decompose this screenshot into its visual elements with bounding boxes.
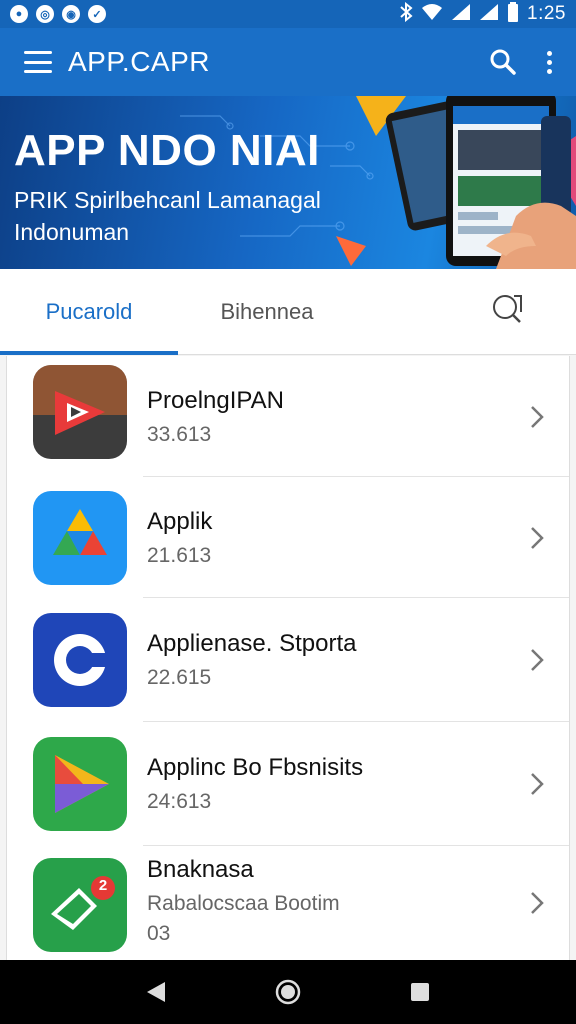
signal-icon [451,3,471,26]
app-meta-secondary: 03 [147,922,171,945]
red-play-icon [33,365,127,459]
more-options-icon[interactable] [547,50,552,74]
app-meta: 22.615 [147,666,212,689]
notification-icon: ✓ [88,5,106,23]
drive-triangle-icon [33,491,127,585]
notification-icon: ◉ [62,5,80,23]
list-item[interactable]: ProelngIPAN 33.613 [7,356,569,477]
banner-subtitle: PRIK Spirlbehcanl Lamanagal Indonuman [14,187,321,245]
notification-icon: ◎ [36,5,54,23]
app-meta: 24:613 [147,790,212,813]
bluetooth-icon [399,1,413,27]
app-list: ProelngIPAN 33.613 Applik 21.613 Applien… [6,356,570,960]
signal-icon-2 [479,3,499,26]
search-users-icon[interactable] [490,292,526,331]
notification-badge: 2 [98,877,108,894]
status-bar: ● ◎ ◉ ✓ 1:25 [0,0,576,28]
tab-pucarold[interactable]: Pucarold [0,269,178,355]
notification-icons: ● ◎ ◉ ✓ [10,5,106,23]
tab-bar: Pucarold Bihennea [0,269,576,355]
app-name: Applik [147,507,213,535]
app-name: ProelngIPAN [147,386,284,414]
chevron-right-icon [531,649,544,671]
chevron-right-icon [531,773,544,795]
system-icons: 1:25 [399,1,566,27]
chevron-right-icon [531,405,544,428]
wifi-icon [421,3,443,26]
list-item[interactable]: Applinc Bo Fbsnisits 24:613 [7,722,569,846]
tab-bihennea[interactable]: Bihennea [178,269,356,355]
list-item[interactable]: Applik 21.613 [7,477,569,598]
chevron-right-icon [531,526,544,549]
app-title: APP.CAPR [68,46,210,77]
green-play-icon [33,737,127,831]
search-icon[interactable] [489,48,517,76]
recents-icon[interactable] [400,972,440,1012]
banner-title: APP NDO NIAI [14,126,320,175]
app-meta: 21.613 [147,543,212,567]
clock: 1:25 [527,3,566,24]
navigation-bar [0,960,576,1024]
back-icon[interactable] [136,972,176,1012]
app-meta: Rabalocscaa Bootim [147,892,340,915]
app-bar: APP.CAPR [0,28,576,96]
phone-screen: ● ◎ ◉ ✓ 1:25 APP.CAPR APP NDO NIAI PRIK … [0,0,576,1024]
green-chat-icon: 2 [33,858,127,952]
notification-icon: ● [10,5,28,23]
promo-banner[interactable]: APP NDO NIAI PRIK Spirlbehcanl Lamanagal… [0,96,576,269]
app-name: Applienase. Stporta [147,630,357,657]
list-item[interactable]: 2 Bnaknasa Rabalocscaa Bootim 03 [7,846,569,960]
phone-illustration [336,96,576,269]
battery-icon [507,1,519,27]
app-meta: 33.613 [147,422,212,446]
blue-c-icon [33,613,127,707]
app-name: Applinc Bo Fbsnisits [147,754,364,781]
app-name: Bnaknasa [147,856,254,883]
list-item[interactable]: Applienase. Stporta 22.615 [7,598,569,722]
home-icon[interactable] [268,972,308,1012]
menu-icon[interactable] [24,51,52,73]
chevron-right-icon [531,892,544,914]
